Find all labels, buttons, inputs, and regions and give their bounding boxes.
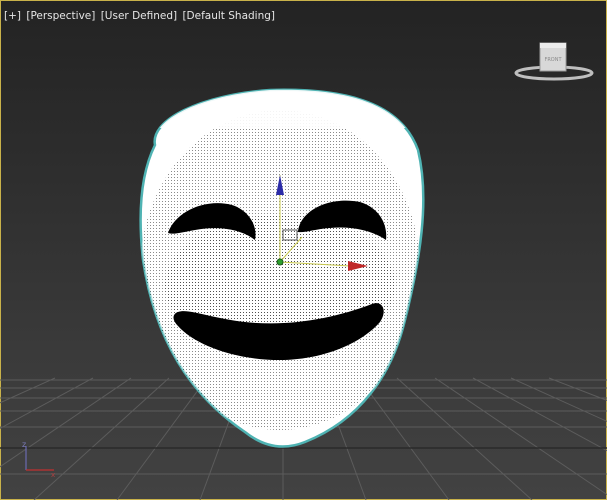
viewcube-top-edge[interactable] [540, 43, 566, 48]
viewport-label-bar: [+] [Perspective] [User Defined] [Defaul… [4, 10, 277, 22]
viewport-menu[interactable]: [+] [4, 10, 21, 22]
viewcube[interactable]: FRONT [514, 40, 594, 82]
axis-tripod: z x [22, 440, 55, 478]
viewport-shading-menu[interactable]: [Default Shading] [182, 10, 275, 22]
axis-z-label: z [22, 440, 26, 449]
axis-x-label: x [51, 471, 55, 478]
viewcube-face-label: FRONT [544, 57, 562, 63]
gizmo-center[interactable] [276, 258, 284, 266]
mask-mesh[interactable] [139, 88, 430, 448]
mesh-white-border [140, 89, 424, 128]
viewport-camera-menu[interactable]: [User Defined] [101, 10, 177, 22]
viewport-view-menu[interactable]: [Perspective] [26, 10, 95, 22]
